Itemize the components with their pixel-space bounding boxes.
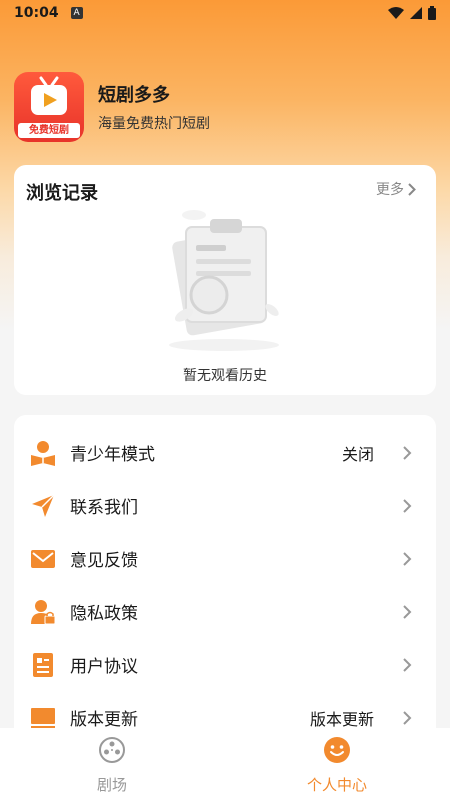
- history-card: 浏览记录 更多 暂无观看历史: [14, 165, 436, 395]
- film-reel-icon: [99, 737, 125, 763]
- menu-item-label: 隐私政策: [70, 604, 138, 624]
- history-more-label: 更多: [376, 182, 404, 198]
- tab-profile[interactable]: 个人中心: [287, 736, 387, 795]
- menu-item-youth-mode[interactable]: 青少年模式 关闭: [14, 426, 436, 479]
- profile-header: 免费短剧 短剧多多 海量免费热门短剧: [14, 72, 210, 142]
- signal-icon: [410, 7, 422, 19]
- youth-mode-icon: [31, 440, 55, 466]
- menu-item-label: 用户协议: [70, 657, 138, 677]
- document-icon: [33, 652, 53, 677]
- menu-card: 青少年模式 关闭 联系我们 意见反馈 隐私政策 用户协议 版本更新 版本更新: [14, 415, 436, 745]
- chevron-right-icon: [403, 657, 412, 672]
- menu-item-feedback[interactable]: 意见反馈: [14, 532, 436, 585]
- chevron-right-icon: [403, 710, 412, 725]
- menu-item-label: 意见反馈: [70, 551, 138, 571]
- status-indicator: A: [70, 7, 83, 19]
- tab-label: 剧场: [96, 776, 127, 794]
- menu-item-label: 版本更新: [70, 710, 138, 730]
- privacy-user-lock-icon: [31, 599, 56, 624]
- chevron-right-icon: [403, 604, 412, 619]
- chevron-right-icon: [408, 182, 416, 196]
- chevron-right-icon: [403, 498, 412, 513]
- history-title: 浏览记录: [26, 183, 98, 204]
- mail-icon: [31, 549, 55, 568]
- tab-theater[interactable]: 剧场: [62, 736, 162, 795]
- bottom-tab-bar: 剧场 个人中心: [0, 728, 450, 800]
- status-bar: 10:04 A: [0, 0, 450, 26]
- menu-item-privacy-policy[interactable]: 隐私政策: [14, 585, 436, 638]
- history-more-link[interactable]: 更多: [376, 179, 416, 199]
- app-logo-tag: 免费短剧: [18, 123, 80, 138]
- battery-icon: [428, 6, 436, 20]
- menu-item-label: 联系我们: [70, 498, 138, 518]
- empty-history-text: 暂无观看历史: [183, 368, 267, 384]
- smiley-face-icon: [324, 737, 350, 763]
- chevron-right-icon: [403, 551, 412, 566]
- send-icon: [32, 493, 55, 517]
- empty-history-illustration: [169, 210, 279, 351]
- app-logo: 免费短剧: [14, 72, 84, 142]
- monitor-icon: [31, 707, 55, 729]
- menu-item-contact-us[interactable]: 联系我们: [14, 479, 436, 532]
- menu-item-user-agreement[interactable]: 用户协议: [14, 638, 436, 691]
- wifi-icon: [388, 7, 404, 19]
- app-subtitle: 海量免费热门短剧: [98, 116, 210, 132]
- status-time: 10:04: [14, 5, 59, 21]
- menu-item-value: 关闭: [341, 444, 374, 464]
- menu-item-value: 版本更新: [309, 709, 374, 729]
- tab-label: 个人中心: [306, 776, 367, 794]
- menu-item-label: 青少年模式: [70, 445, 155, 465]
- app-name: 短剧多多: [98, 85, 170, 106]
- app-info: 短剧多多 海量免费热门短剧: [98, 81, 210, 133]
- status-icons: [388, 6, 436, 20]
- chevron-right-icon: [403, 445, 412, 460]
